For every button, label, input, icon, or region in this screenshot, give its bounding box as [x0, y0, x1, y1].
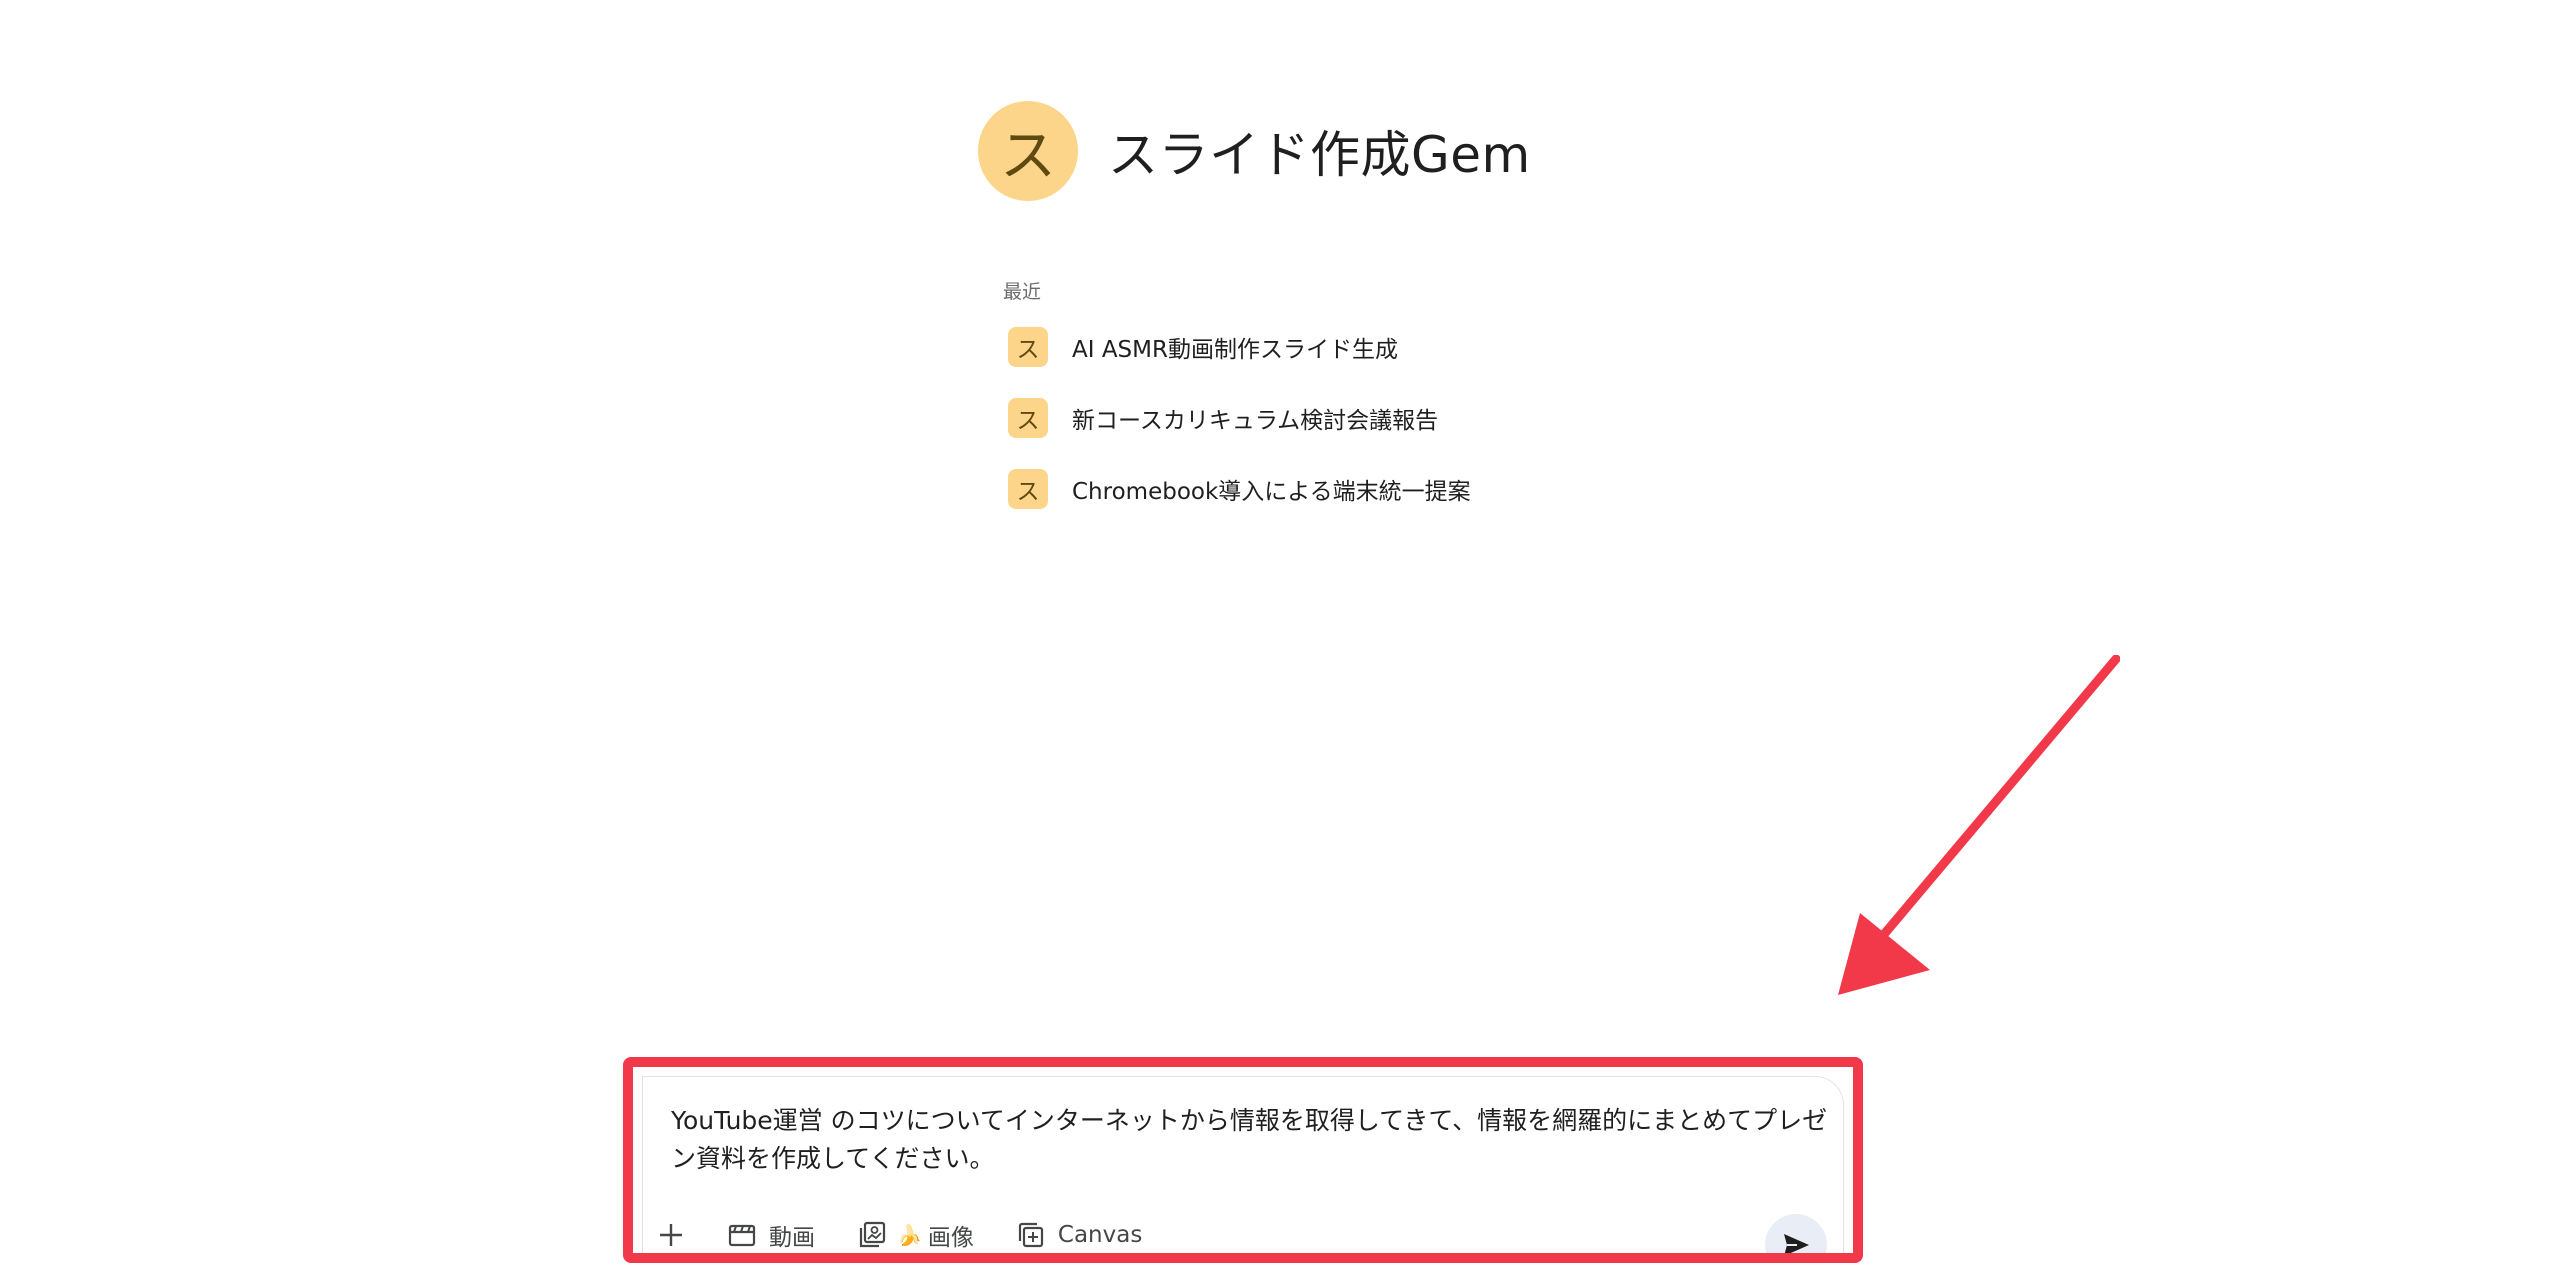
gem-start-page: ス スライド作成Gem 最近 ス AI ASMR動画制作スライド生成 ス 新コー… [0, 0, 2560, 1269]
add-button[interactable] [657, 1215, 685, 1253]
image-tool-button[interactable]: 🍌 画像 [857, 1215, 974, 1253]
recent-chat-item[interactable]: ス Chromebook導入による端末統一提案 [1008, 469, 1608, 509]
recent-chat-item[interactable]: ス 新コースカリキュラム検討会議報告 [1008, 398, 1608, 438]
recent-chat-item[interactable]: ス AI ASMR動画制作スライド生成 [1008, 327, 1608, 367]
send-button[interactable] [1765, 1214, 1827, 1253]
recent-chat-title: 新コースカリキュラム検討会議報告 [1072, 408, 1439, 434]
gem-header: ス スライド作成Gem [978, 101, 1531, 201]
send-icon [1784, 1234, 1809, 1253]
video-tool-button[interactable]: 動画 [727, 1215, 815, 1253]
annotation-arrow-icon [1838, 655, 2120, 995]
gem-title: スライド作成Gem [1108, 126, 1531, 184]
recent-chat-title: Chromebook導入による端末統一提案 [1072, 479, 1471, 505]
gem-chat-icon: ス [1008, 327, 1048, 367]
plus-icon [660, 1224, 682, 1246]
prompt-input-card: YouTube運営 のコツについてインターネットから情報を取得してきて、情報を網… [643, 1077, 1843, 1253]
image-tool-label: 画像 [927, 1225, 974, 1251]
canvas-tool-label: Canvas [1057, 1222, 1143, 1248]
canvas-tool-button[interactable]: Canvas [1016, 1215, 1143, 1253]
gem-avatar: ス [978, 101, 1078, 201]
clapperboard-icon [728, 1224, 756, 1247]
recent-chat-title: AI ASMR動画制作スライド生成 [1072, 337, 1398, 363]
video-tool-label: 動画 [769, 1225, 815, 1251]
banana-icon: 🍌 [897, 1223, 922, 1247]
input-toolbar: 動画 🍌 画像 Canvas [657, 1207, 1184, 1253]
gem-chat-icon: ス [1008, 398, 1048, 438]
recent-section-label: 最近 [1003, 281, 1042, 303]
recent-chats-list: ス AI ASMR動画制作スライド生成 ス 新コースカリキュラム検討会議報告 ス… [1008, 327, 1608, 540]
prompt-input[interactable]: YouTube運営 のコツについてインターネットから情報を取得してきて、情報を網… [671, 1102, 1831, 1178]
gem-chat-icon: ス [1008, 469, 1048, 509]
image-stack-icon [859, 1221, 886, 1248]
highlight-annotation-box: YouTube運営 のコツについてインターネットから情報を取得してきて、情報を網… [623, 1057, 1863, 1263]
canvas-add-icon [1018, 1222, 1044, 1248]
